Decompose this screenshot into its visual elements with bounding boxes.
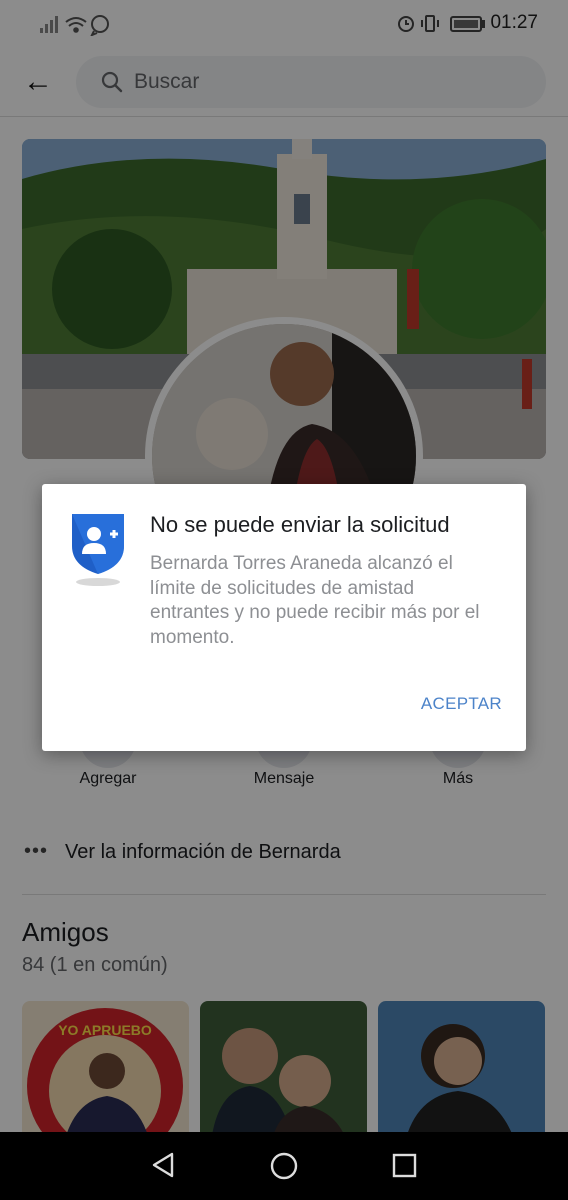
dialog-title: No se puede enviar la solicitud bbox=[150, 512, 450, 537]
accept-button[interactable]: ACEPTAR bbox=[392, 694, 502, 714]
back-nav-icon[interactable] bbox=[148, 1150, 178, 1180]
recents-nav-icon[interactable] bbox=[391, 1152, 419, 1180]
add-friend-shield-icon bbox=[72, 514, 124, 586]
dialog-message: Bernarda Torres Araneda alcanzó el límit… bbox=[150, 553, 480, 648]
home-nav-icon[interactable] bbox=[269, 1151, 299, 1181]
system-nav-bar bbox=[0, 1132, 568, 1200]
error-dialog: No se puede enviar la solicitud Bernarda… bbox=[42, 484, 526, 751]
